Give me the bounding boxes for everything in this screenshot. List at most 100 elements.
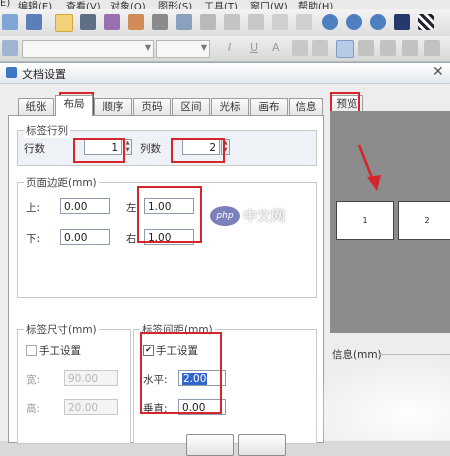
paste-icon[interactable] bbox=[248, 14, 264, 30]
spacing-manual-label: 手工设置 bbox=[156, 345, 198, 357]
redo-icon[interactable] bbox=[296, 14, 312, 30]
label-size-group-label: 标签尺寸(mm) bbox=[24, 322, 99, 337]
watermark-logo: php bbox=[210, 206, 240, 226]
vertical-input[interactable]: 0.00 bbox=[178, 399, 226, 415]
table-icon[interactable] bbox=[176, 14, 192, 30]
size-manual-label: 手工设置 bbox=[39, 345, 81, 357]
italic-button[interactable]: I bbox=[228, 41, 231, 54]
menu-item-help[interactable]: 帮助(H) bbox=[298, 0, 333, 9]
red-arrow-annotation bbox=[357, 144, 381, 191]
preview-page-1: 1 bbox=[336, 201, 394, 240]
height-input[interactable]: 20.00 bbox=[64, 399, 118, 415]
dialog-titlebar[interactable]: 文档设置 ✕ bbox=[0, 63, 450, 84]
checker-icon[interactable] bbox=[418, 14, 434, 30]
left-margin-label: 左 bbox=[126, 202, 137, 214]
font-color-button[interactable]: A bbox=[272, 41, 280, 54]
zoom-fit-icon[interactable] bbox=[370, 14, 386, 30]
page-margins-group: 页面边距(mm) 上: 0.00 左 1.00 下: 0.00 右 1.00 bbox=[17, 175, 317, 298]
bottom-margin-label: 下: bbox=[26, 233, 41, 245]
justify-icon[interactable] bbox=[402, 40, 418, 56]
menu-item[interactable]: E) bbox=[0, 0, 10, 9]
cancel-button[interactable] bbox=[238, 434, 286, 456]
tab-page-number[interactable]: 页码 bbox=[133, 98, 171, 115]
menu-item-tools[interactable]: 工具(T) bbox=[204, 0, 238, 9]
cols-label: 列数 bbox=[140, 143, 161, 155]
top-margin-input[interactable]: 0.00 bbox=[60, 198, 110, 214]
tab-info[interactable]: 信息 bbox=[289, 98, 323, 115]
right-margin-input[interactable]: 1.00 bbox=[144, 229, 194, 245]
vertical-label: 垂直: bbox=[143, 403, 168, 415]
zoom-in-icon[interactable] bbox=[322, 14, 338, 30]
copy-icon[interactable] bbox=[224, 14, 240, 30]
rows-label: 行数 bbox=[24, 143, 45, 155]
undo-icon[interactable] bbox=[272, 14, 288, 30]
rows-input[interactable]: 1 bbox=[84, 139, 122, 155]
bottom-margin-input[interactable]: 0.00 bbox=[60, 229, 110, 245]
rows-cols-group: 标签行列 行数 1 ▲ ▼ 列数 2 ▲ ▼ bbox=[17, 123, 317, 166]
tab-cursor[interactable]: 光标 bbox=[211, 98, 249, 115]
new-icon[interactable] bbox=[55, 14, 73, 32]
right-margin-label: 右 bbox=[126, 233, 137, 245]
save-icon[interactable] bbox=[26, 14, 42, 30]
align-left-icon[interactable] bbox=[336, 40, 354, 58]
watermark-text: 中文网 bbox=[243, 209, 285, 225]
height-label: 高: bbox=[26, 403, 41, 415]
tab-order[interactable]: 顺序 bbox=[94, 98, 132, 115]
chevron-down-icon: ▼ bbox=[200, 43, 207, 52]
spacing-manual-checkbox[interactable]: ✔ bbox=[143, 345, 154, 356]
horizontal-label: 水平: bbox=[143, 374, 168, 386]
width-input[interactable]: 90.00 bbox=[64, 370, 118, 386]
font-name-combo[interactable]: ▼ bbox=[22, 40, 154, 58]
ok-button[interactable] bbox=[186, 434, 234, 456]
chevron-down-icon: ▼ bbox=[144, 43, 151, 52]
zoom-out-icon[interactable] bbox=[346, 14, 362, 30]
distribute-icon[interactable] bbox=[424, 40, 440, 56]
text-direction-icon[interactable] bbox=[312, 40, 328, 56]
cols-input[interactable]: 2 bbox=[182, 139, 220, 155]
menu-bar: E) 编辑(E) 查看(V) 对象(O) 图形(S) 工具(T) 窗口(W) 帮… bbox=[0, 0, 450, 9]
fit-page-icon[interactable] bbox=[394, 14, 410, 30]
dialog-app-icon bbox=[6, 67, 17, 78]
menu-item-object[interactable]: 对象(O) bbox=[110, 0, 146, 9]
size-manual-checkbox[interactable] bbox=[26, 345, 37, 356]
corner-fade bbox=[290, 355, 450, 440]
font-size-combo[interactable]: ▼ bbox=[156, 40, 210, 58]
tab-paper[interactable]: 纸张 bbox=[18, 98, 54, 115]
top-margin-label: 上: bbox=[26, 202, 41, 214]
grid-icon[interactable] bbox=[152, 14, 168, 30]
menu-item-view[interactable]: 查看(V) bbox=[66, 0, 101, 9]
cols-spinner[interactable]: ▲ ▼ bbox=[221, 139, 230, 155]
strike-icon[interactable] bbox=[292, 40, 308, 56]
underline-button[interactable]: U bbox=[250, 41, 258, 54]
close-icon[interactable]: ✕ bbox=[432, 64, 444, 80]
print-preview-icon[interactable] bbox=[104, 14, 120, 30]
open-icon[interactable] bbox=[2, 14, 18, 30]
page-margins-group-label: 页面边距(mm) bbox=[24, 175, 99, 190]
menu-item-shape[interactable]: 图形(S) bbox=[158, 0, 192, 9]
database-icon[interactable] bbox=[128, 14, 144, 30]
menu-item-edit[interactable]: 编辑(E) bbox=[18, 0, 52, 9]
align-center-icon[interactable] bbox=[358, 40, 374, 56]
main-toolbar bbox=[0, 9, 450, 37]
menu-item-window[interactable]: 窗口(W) bbox=[250, 0, 288, 9]
rows-cols-group-label: 标签行列 bbox=[24, 123, 70, 138]
rows-spinner[interactable]: ▲ ▼ bbox=[123, 139, 132, 155]
dialog-title: 文档设置 bbox=[22, 68, 66, 81]
preview-page-2: 2 bbox=[398, 201, 450, 240]
horizontal-value: 2.00 bbox=[182, 373, 208, 385]
horizontal-input[interactable]: 2.00 bbox=[178, 370, 226, 386]
tab-range[interactable]: 区间 bbox=[172, 98, 210, 115]
format-icon[interactable] bbox=[2, 40, 18, 56]
align-right-icon[interactable] bbox=[380, 40, 396, 56]
left-margin-input[interactable]: 1.00 bbox=[144, 198, 194, 214]
width-label: 宽: bbox=[26, 374, 41, 386]
preview-canvas: 1 2 bbox=[330, 111, 450, 333]
label-size-group: 标签尺寸(mm) 手工设置 宽: 90.00 高: 20.00 bbox=[17, 322, 131, 444]
format-toolbar: ▼ ▼ I U A bbox=[0, 36, 450, 62]
tab-layout[interactable]: 布局 bbox=[55, 95, 93, 116]
label-spacing-group-label: 标签间距(mm) bbox=[140, 322, 215, 337]
cut-icon[interactable] bbox=[200, 14, 216, 30]
layout-panel: 标签行列 行数 1 ▲ ▼ 列数 2 ▲ ▼ 页面边距(mm) 上: 0.00 左 … bbox=[8, 115, 324, 444]
tab-canvas[interactable]: 画布 bbox=[250, 98, 288, 115]
print-icon[interactable] bbox=[80, 14, 96, 30]
